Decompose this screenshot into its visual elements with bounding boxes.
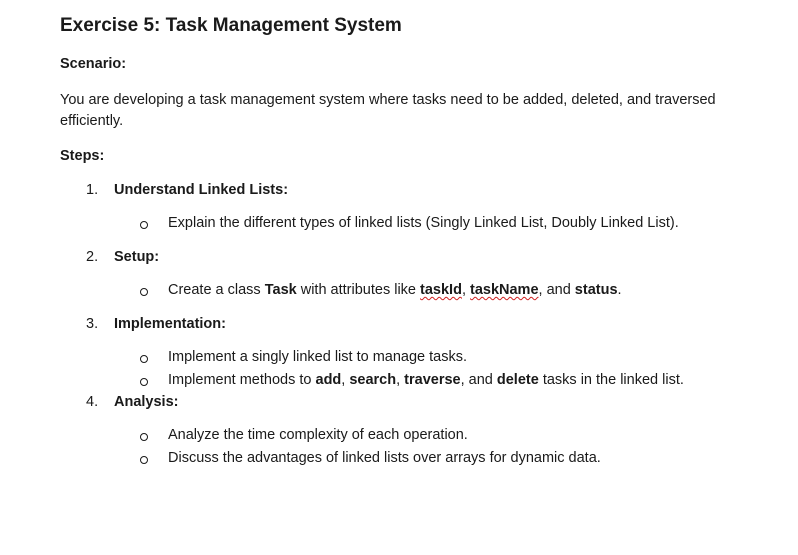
method-traverse: traverse [404, 372, 461, 388]
bullet-text-part: . [617, 282, 622, 298]
step-number: 2. [86, 249, 99, 265]
list-item: Explain the different types of linked li… [60, 212, 780, 235]
bullet-text-part: Implement methods to [168, 372, 316, 388]
step-heading: 2. Setup: [60, 247, 780, 267]
step-4: 4. Analysis: Analyze the time complexity… [60, 392, 780, 470]
class-name: Task [264, 282, 297, 298]
method-add: add [315, 372, 342, 388]
bullet-text-part: tasks in the linked list. [538, 372, 684, 388]
circle-bullet-icon [140, 433, 148, 441]
circle-bullet-icon [140, 221, 148, 229]
step-title: Analysis: [114, 394, 179, 410]
bullet-text-part: , [396, 372, 405, 388]
step-2-bullets: Create a class Task with attributes like… [60, 279, 780, 302]
method-delete: delete [496, 372, 539, 388]
bullet-text-part: , [461, 282, 470, 298]
scenario-label: Scenario: [60, 56, 127, 72]
bullet-text-part: Create a class [168, 282, 265, 298]
step-title: Understand Linked Lists: [114, 182, 289, 198]
circle-bullet-icon [140, 456, 148, 464]
bullet-text-part: , and [538, 282, 575, 298]
step-heading: 3. Implementation: [60, 314, 780, 334]
list-item: Discuss the advantages of linked lists o… [60, 447, 780, 470]
step-heading: 4. Analysis: [60, 392, 780, 412]
attribute-taskname[interactable]: taskName [470, 282, 539, 298]
step-title: Implementation: [114, 316, 226, 332]
list-item: Create a class Task with attributes like… [60, 279, 780, 302]
bullet-text-part: with attributes like [296, 282, 421, 298]
bullet-text-part: , and [460, 372, 497, 388]
step-1-bullets: Explain the different types of linked li… [60, 212, 780, 235]
method-search: search [349, 372, 397, 388]
circle-bullet-icon [140, 355, 148, 363]
list-item: Implement methods to add, search, traver… [60, 369, 780, 392]
circle-bullet-icon [140, 288, 148, 296]
step-3-bullets: Implement a singly linked list to manage… [60, 346, 780, 392]
circle-bullet-icon [140, 378, 148, 386]
attribute-status: status [574, 282, 618, 298]
step-1: 1. Understand Linked Lists: Explain the … [60, 180, 780, 235]
list-item: Implement a singly linked list to manage… [60, 346, 780, 369]
step-3: 3. Implementation: Implement a singly li… [60, 314, 780, 392]
bullet-text: Analyze the time complexity of each oper… [168, 427, 468, 443]
step-number: 4. [86, 394, 99, 410]
step-title: Setup: [114, 249, 160, 265]
steps-list: 1. Understand Linked Lists: Explain the … [60, 180, 780, 470]
step-heading: 1. Understand Linked Lists: [60, 180, 780, 200]
steps-label: Steps: [60, 148, 105, 164]
attribute-taskid[interactable]: taskId [420, 282, 462, 298]
step-number: 1. [86, 182, 99, 198]
step-number: 3. [86, 316, 99, 332]
bullet-text: Explain the different types of linked li… [168, 215, 679, 231]
list-item: Analyze the time complexity of each oper… [60, 424, 780, 447]
exercise-title: Exercise 5: Task Management System [60, 15, 402, 36]
scenario-text: You are developing a task management sys… [60, 90, 780, 132]
scenario-text-line-1: You are developing a task management sys… [60, 92, 716, 108]
step-4-bullets: Analyze the time complexity of each oper… [60, 424, 780, 470]
step-2: 2. Setup: Create a class Task with attri… [60, 247, 780, 302]
document-page: Exercise 5: Task Management System Scena… [60, 14, 780, 470]
scenario-text-line-2: efficiently. [60, 113, 124, 129]
bullet-text: Implement a singly linked list to manage… [168, 349, 467, 365]
bullet-text: Discuss the advantages of linked lists o… [168, 450, 601, 466]
